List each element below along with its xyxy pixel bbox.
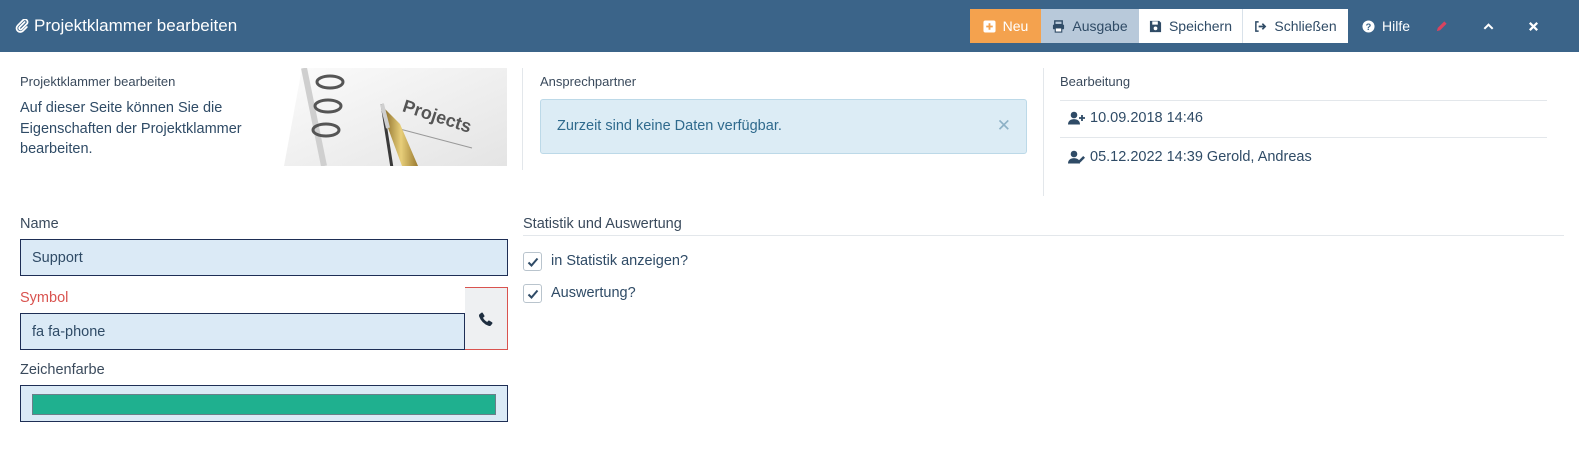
name-label: Name [20, 216, 59, 232]
chevron-up-icon [1483, 22, 1493, 30]
close-window-button[interactable] [1518, 9, 1548, 43]
window-title-text: Projektklammer bearbeiten [34, 16, 238, 35]
checkmark-icon [527, 289, 538, 299]
paperclip-icon [15, 19, 29, 33]
sign-out-icon [1255, 20, 1267, 32]
color-swatch[interactable] [32, 394, 496, 415]
output-button-label: Ausgabe [1072, 18, 1128, 34]
history-divider [1060, 137, 1547, 138]
user-plus-icon [1068, 111, 1085, 125]
history-created-text: 10.09.2018 14:46 [1090, 110, 1203, 126]
symbol-label: Symbol [20, 290, 69, 306]
history-divider [1060, 100, 1547, 101]
edit-pencil-button[interactable] [1425, 9, 1457, 43]
contacts-heading: Ansprechpartner [540, 74, 637, 89]
name-input[interactable]: Support [20, 239, 508, 276]
svg-text:?: ? [1366, 21, 1372, 31]
close-form-button[interactable]: Schließen [1243, 9, 1348, 43]
history-modified-entry: 05.12.2022 14:39 Gerold, Andreas [1068, 149, 1312, 165]
history-created-entry: 10.09.2018 14:46 [1068, 110, 1203, 126]
output-button[interactable]: Ausgabe [1041, 9, 1139, 43]
show-in-stats-checkbox[interactable] [523, 252, 542, 271]
projects-notebook-image: Projects [284, 68, 507, 166]
checkmark-icon [527, 257, 538, 267]
history-modified-text: 05.12.2022 14:39 Gerold, Andreas [1090, 149, 1312, 165]
save-icon [1149, 20, 1162, 32]
new-button[interactable]: Neu [970, 9, 1041, 43]
evaluation-label[interactable]: Auswertung? [551, 285, 636, 301]
intro-text: Auf dieser Seite können Sie die Eigensch… [20, 100, 242, 157]
no-data-alert: Zurzeit sind keine Daten verfügbar. ✕ [540, 99, 1027, 154]
help-button[interactable]: ? Hilfe [1352, 9, 1420, 43]
collapse-button[interactable] [1473, 9, 1503, 43]
column-divider [522, 68, 523, 170]
alert-close-icon[interactable]: ✕ [997, 116, 1011, 136]
symbol-input[interactable]: fa fa-phone [20, 313, 465, 350]
evaluation-checkbox[interactable] [523, 284, 542, 303]
symbol-preview [465, 287, 508, 350]
no-data-message: Zurzeit sind keine Daten verfügbar. [557, 118, 782, 134]
close-icon [1528, 21, 1538, 31]
window-header: Projektklammer bearbeiten Neu Ausgabe Sp… [0, 0, 1579, 52]
history-heading: Bearbeitung [1060, 74, 1131, 89]
print-icon [1053, 19, 1065, 33]
pencil-icon [1436, 20, 1447, 31]
phone-icon [479, 312, 493, 326]
show-in-stats-label[interactable]: in Statistik anzeigen? [551, 253, 688, 269]
new-button-label: Neu [1002, 18, 1029, 34]
question-circle-icon: ? [1362, 19, 1375, 33]
help-button-label: Hilfe [1381, 18, 1410, 34]
intro-heading: Projektklammer bearbeiten [20, 74, 176, 89]
close-form-button-label: Schließen [1274, 18, 1337, 34]
user-edit-icon [1068, 150, 1085, 164]
window-title: Projektklammer bearbeiten [15, 0, 237, 52]
save-button[interactable]: Speichern [1139, 9, 1243, 43]
column-divider [1043, 68, 1044, 196]
save-button-label: Speichern [1168, 18, 1233, 34]
stats-heading: Statistik und Auswertung [523, 216, 682, 232]
plus-square-icon [983, 19, 996, 33]
color-label: Zeichenfarbe [20, 362, 105, 378]
stats-divider [523, 235, 1564, 236]
